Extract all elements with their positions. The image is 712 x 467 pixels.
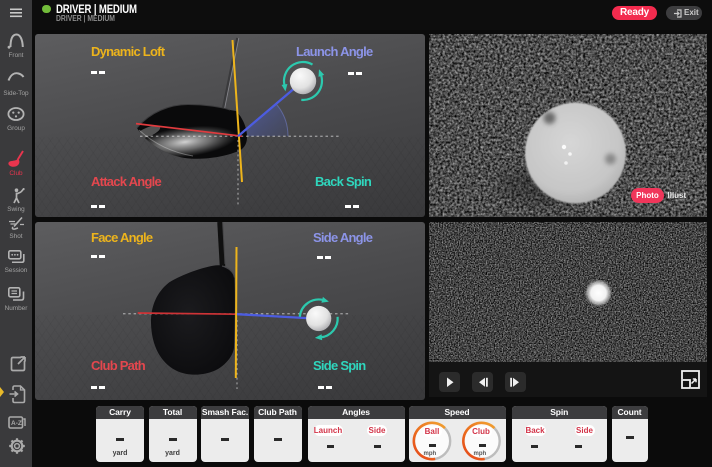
svg-text:A-Z: A-Z: [11, 420, 22, 427]
